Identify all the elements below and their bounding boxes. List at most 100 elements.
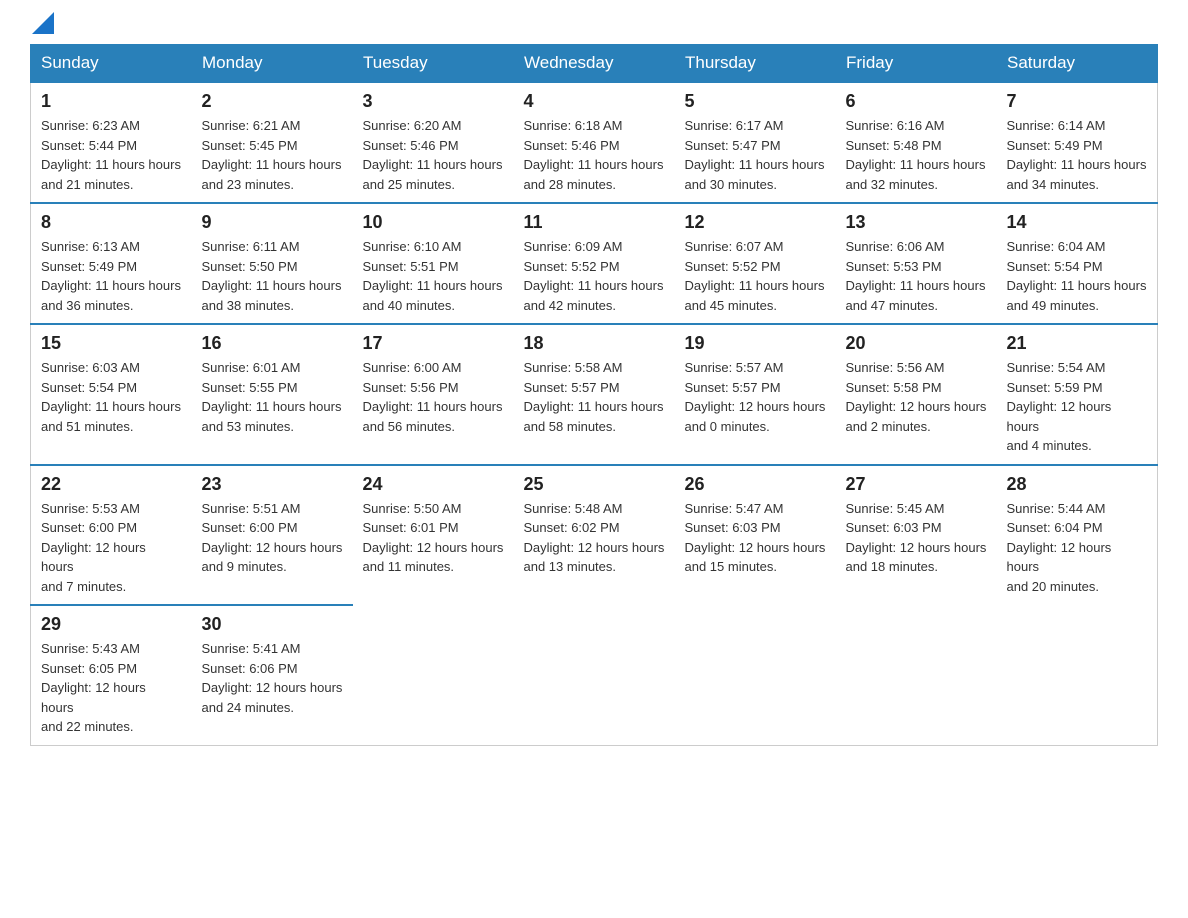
day-info: Sunrise: 5:51 AMSunset: 6:00 PMDaylight:… (202, 499, 343, 577)
day-info: Sunrise: 6:01 AMSunset: 5:55 PMDaylight:… (202, 358, 343, 436)
calendar-cell: 6 Sunrise: 6:16 AMSunset: 5:48 PMDaylight… (836, 82, 997, 203)
calendar-cell: 15 Sunrise: 6:03 AMSunset: 5:54 PMDayligh… (31, 324, 192, 465)
day-info: Sunrise: 6:18 AMSunset: 5:46 PMDaylight:… (524, 116, 665, 194)
calendar-cell: 27 Sunrise: 5:45 AMSunset: 6:03 PMDayligh… (836, 465, 997, 606)
day-number: 18 (524, 333, 665, 354)
day-number: 11 (524, 212, 665, 233)
day-info: Sunrise: 6:04 AMSunset: 5:54 PMDaylight:… (1007, 237, 1148, 315)
day-info: Sunrise: 5:45 AMSunset: 6:03 PMDaylight:… (846, 499, 987, 577)
day-number: 30 (202, 614, 343, 635)
calendar-cell: 10Sunrise: 6:10 AMSunset: 5:51 PMDayligh… (353, 203, 514, 324)
calendar-cell: 9 Sunrise: 6:11 AMSunset: 5:50 PMDaylight… (192, 203, 353, 324)
day-number: 21 (1007, 333, 1148, 354)
day-number: 24 (363, 474, 504, 495)
calendar-cell: 25 Sunrise: 5:48 AMSunset: 6:02 PMDayligh… (514, 465, 675, 606)
day-info: Sunrise: 5:48 AMSunset: 6:02 PMDaylight:… (524, 499, 665, 577)
calendar-week-row: 22 Sunrise: 5:53 AMSunset: 6:00 PMDayligh… (31, 465, 1158, 606)
day-number: 12 (685, 212, 826, 233)
calendar-cell: 8 Sunrise: 6:13 AMSunset: 5:49 PMDaylight… (31, 203, 192, 324)
calendar-cell: 7 Sunrise: 6:14 AMSunset: 5:49 PMDaylight… (997, 82, 1158, 203)
day-number: 8 (41, 212, 182, 233)
calendar-cell: 12 Sunrise: 6:07 AMSunset: 5:52 PMDayligh… (675, 203, 836, 324)
calendar-week-row: 15 Sunrise: 6:03 AMSunset: 5:54 PMDayligh… (31, 324, 1158, 465)
day-number: 10 (363, 212, 504, 233)
calendar-cell: 23 Sunrise: 5:51 AMSunset: 6:00 PMDayligh… (192, 465, 353, 606)
day-number: 9 (202, 212, 343, 233)
day-number: 19 (685, 333, 826, 354)
calendar-cell: 13 Sunrise: 6:06 AMSunset: 5:53 PMDayligh… (836, 203, 997, 324)
calendar-cell: 20Sunrise: 5:56 AMSunset: 5:58 PMDayligh… (836, 324, 997, 465)
day-info: Sunrise: 5:58 AMSunset: 5:57 PMDaylight:… (524, 358, 665, 436)
day-info: Sunrise: 6:17 AMSunset: 5:47 PMDaylight:… (685, 116, 826, 194)
day-info: Sunrise: 6:11 AMSunset: 5:50 PMDaylight:… (202, 237, 343, 315)
day-of-week-header: Tuesday (353, 45, 514, 83)
day-info: Sunrise: 5:57 AMSunset: 5:57 PMDaylight:… (685, 358, 826, 436)
day-info: Sunrise: 5:43 AMSunset: 6:05 PMDaylight:… (41, 639, 182, 737)
day-number: 23 (202, 474, 343, 495)
day-number: 17 (363, 333, 504, 354)
logo-triangle-icon (32, 12, 54, 34)
day-info: Sunrise: 6:03 AMSunset: 5:54 PMDaylight:… (41, 358, 182, 436)
day-number: 16 (202, 333, 343, 354)
calendar-cell (675, 605, 836, 745)
day-of-week-header: Friday (836, 45, 997, 83)
day-of-week-header: Saturday (997, 45, 1158, 83)
day-info: Sunrise: 6:14 AMSunset: 5:49 PMDaylight:… (1007, 116, 1148, 194)
day-number: 14 (1007, 212, 1148, 233)
day-number: 1 (41, 91, 182, 112)
calendar-cell: 21 Sunrise: 5:54 AMSunset: 5:59 PMDayligh… (997, 324, 1158, 465)
day-info: Sunrise: 6:13 AMSunset: 5:49 PMDaylight:… (41, 237, 182, 315)
calendar-cell (514, 605, 675, 745)
day-info: Sunrise: 5:44 AMSunset: 6:04 PMDaylight:… (1007, 499, 1148, 597)
calendar-cell: 3Sunrise: 6:20 AMSunset: 5:46 PMDaylight… (353, 82, 514, 203)
day-number: 5 (685, 91, 826, 112)
calendar-cell: 24 Sunrise: 5:50 AMSunset: 6:01 PMDayligh… (353, 465, 514, 606)
calendar-cell: 19 Sunrise: 5:57 AMSunset: 5:57 PMDayligh… (675, 324, 836, 465)
day-info: Sunrise: 6:16 AMSunset: 5:48 PMDaylight:… (846, 116, 987, 194)
calendar-cell (353, 605, 514, 745)
day-of-week-header: Monday (192, 45, 353, 83)
day-number: 13 (846, 212, 987, 233)
day-number: 27 (846, 474, 987, 495)
calendar-cell: 16 Sunrise: 6:01 AMSunset: 5:55 PMDayligh… (192, 324, 353, 465)
day-number: 7 (1007, 91, 1148, 112)
day-number: 20 (846, 333, 987, 354)
day-number: 4 (524, 91, 665, 112)
day-info: Sunrise: 6:07 AMSunset: 5:52 PMDaylight:… (685, 237, 826, 315)
day-of-week-header: Wednesday (514, 45, 675, 83)
day-info: Sunrise: 5:53 AMSunset: 6:00 PMDaylight:… (41, 499, 182, 597)
calendar-header-row: SundayMondayTuesdayWednesdayThursdayFrid… (31, 45, 1158, 83)
day-info: Sunrise: 5:47 AMSunset: 6:03 PMDaylight:… (685, 499, 826, 577)
day-info: Sunrise: 6:20 AMSunset: 5:46 PMDaylight:… (363, 116, 504, 194)
day-number: 29 (41, 614, 182, 635)
calendar-cell: 14 Sunrise: 6:04 AMSunset: 5:54 PMDayligh… (997, 203, 1158, 324)
day-number: 22 (41, 474, 182, 495)
day-number: 2 (202, 91, 343, 112)
day-number: 25 (524, 474, 665, 495)
day-info: Sunrise: 6:00 AMSunset: 5:56 PMDaylight:… (363, 358, 504, 436)
calendar-cell (836, 605, 997, 745)
day-number: 15 (41, 333, 182, 354)
calendar-week-row: 29 Sunrise: 5:43 AMSunset: 6:05 PMDayligh… (31, 605, 1158, 745)
day-of-week-header: Sunday (31, 45, 192, 83)
day-number: 28 (1007, 474, 1148, 495)
calendar-cell (997, 605, 1158, 745)
calendar-cell: 18 Sunrise: 5:58 AMSunset: 5:57 PMDayligh… (514, 324, 675, 465)
calendar-cell: 17 Sunrise: 6:00 AMSunset: 5:56 PMDayligh… (353, 324, 514, 465)
calendar-week-row: 1 Sunrise: 6:23 AMSunset: 5:44 PMDaylight… (31, 82, 1158, 203)
calendar-cell: 2 Sunrise: 6:21 AMSunset: 5:45 PMDaylight… (192, 82, 353, 203)
day-info: Sunrise: 6:06 AMSunset: 5:53 PMDaylight:… (846, 237, 987, 315)
calendar-cell: 1 Sunrise: 6:23 AMSunset: 5:44 PMDaylight… (31, 82, 192, 203)
calendar-cell: 22 Sunrise: 5:53 AMSunset: 6:00 PMDayligh… (31, 465, 192, 606)
logo (30, 20, 54, 34)
day-of-week-header: Thursday (675, 45, 836, 83)
day-info: Sunrise: 6:21 AMSunset: 5:45 PMDaylight:… (202, 116, 343, 194)
day-info: Sunrise: 5:54 AMSunset: 5:59 PMDaylight:… (1007, 358, 1148, 456)
calendar-cell: 26 Sunrise: 5:47 AMSunset: 6:03 PMDayligh… (675, 465, 836, 606)
day-info: Sunrise: 6:23 AMSunset: 5:44 PMDaylight:… (41, 116, 182, 194)
day-number: 6 (846, 91, 987, 112)
calendar-cell: 28 Sunrise: 5:44 AMSunset: 6:04 PMDayligh… (997, 465, 1158, 606)
calendar-table: SundayMondayTuesdayWednesdayThursdayFrid… (30, 44, 1158, 746)
day-number: 26 (685, 474, 826, 495)
day-info: Sunrise: 5:50 AMSunset: 6:01 PMDaylight:… (363, 499, 504, 577)
